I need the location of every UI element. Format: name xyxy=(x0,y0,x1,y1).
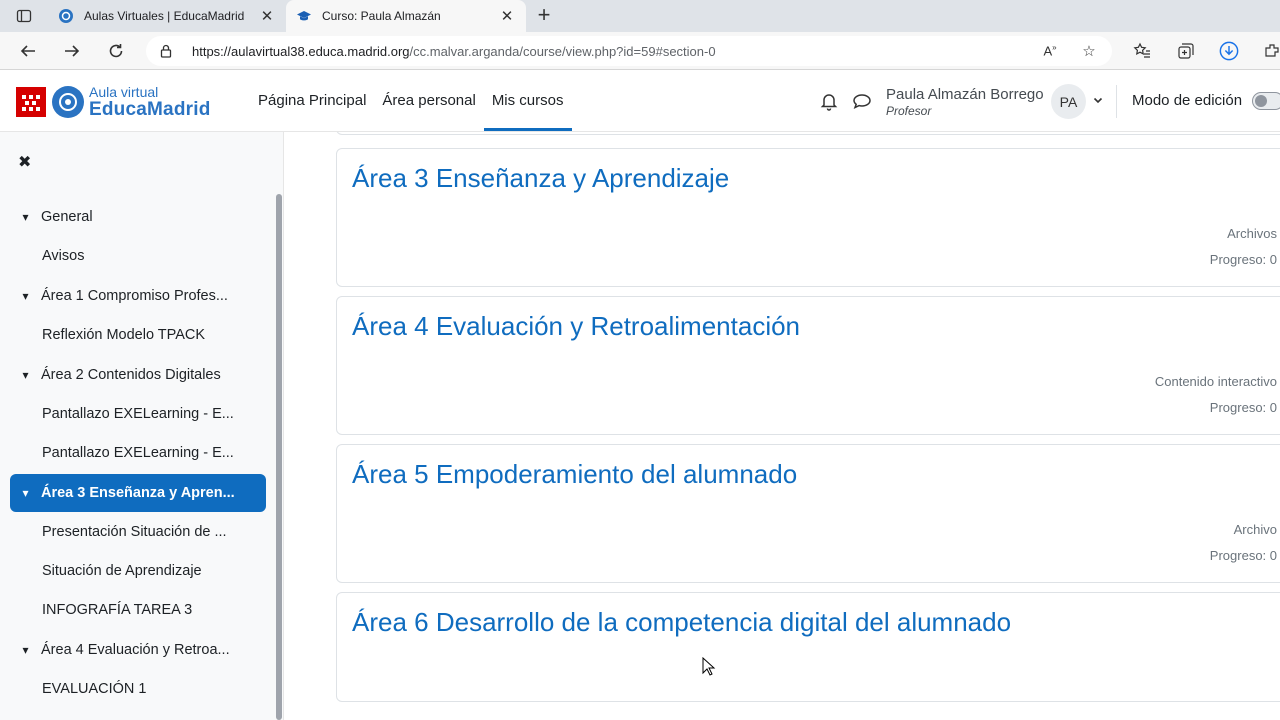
course-index-label: INFOGRAFÍA TAREA 3 xyxy=(42,602,193,618)
section-activity-summary: Archivos xyxy=(1227,226,1277,241)
course-index-label: Presentación Situación de ... xyxy=(42,524,227,540)
tab-close-icon[interactable]: ✕ xyxy=(498,7,516,25)
course-index-activity[interactable]: EVALUACIÓN 1 xyxy=(10,670,266,708)
close-drawer-icon[interactable]: ✖ xyxy=(18,152,31,172)
section-progress: Progreso: 0 xyxy=(1209,548,1277,563)
section-card: Área 4 Evaluación y Retroalimentación Co… xyxy=(336,296,1280,435)
comunidad-madrid-logo[interactable] xyxy=(16,87,46,117)
url-path: /cc.malvar.arganda/course/view.php?id=59… xyxy=(409,43,716,59)
chevron-down-icon[interactable] xyxy=(1093,95,1103,108)
url-host: https://aulavirtual38.educa.madrid.org xyxy=(192,43,410,59)
chevron-down-icon[interactable]: ▾ xyxy=(10,289,41,303)
messages-chat-icon[interactable] xyxy=(852,91,872,111)
read-aloud-icon[interactable]: A» xyxy=(1040,41,1060,61)
graduation-cap-icon xyxy=(297,11,311,21)
course-index-activity[interactable]: Avisos xyxy=(10,237,266,275)
favorite-star-icon[interactable]: ☆ xyxy=(1079,41,1099,61)
course-index-label: Reflexión Modelo TPACK xyxy=(42,327,206,343)
section-activity-summary: Contenido interactivo xyxy=(1154,374,1277,389)
course-index-drawer: ✖ ▾ General Avisos ▾ Área 1 Compromiso Pro… xyxy=(0,132,284,720)
tab-title: Curso: Paula Almazán xyxy=(322,9,441,23)
section-card-previous xyxy=(336,132,1280,135)
course-index-label: Área 4 Evaluación y Retroa... xyxy=(41,642,230,658)
tab-actions-icon[interactable] xyxy=(0,0,48,32)
lock-icon xyxy=(160,44,172,58)
site-header: Aula virtual EducaMadrid Página Principa… xyxy=(0,71,1280,132)
course-index-label: EVALUACIÓN 1 xyxy=(42,681,147,697)
course-index-section[interactable]: ▾ Área 4 Evaluación y Retroa... xyxy=(10,631,266,669)
course-index-activity[interactable]: Pantallazo EXELearning - E... xyxy=(10,434,266,472)
header-divider xyxy=(1116,85,1117,118)
section-card: Área 3 Enseñanza y Aprendizaje Archivos … xyxy=(336,148,1280,287)
url-field[interactable]: https://aulavirtual38.educa.madrid.org/c… xyxy=(146,36,1112,66)
favorites-icon[interactable] xyxy=(1132,41,1152,61)
user-name: Paula Almazán Borrego xyxy=(886,86,1044,103)
educamadrid-favicon-icon xyxy=(59,9,73,23)
course-index-label: Avisos xyxy=(42,248,85,264)
section-progress: Progreso: 0 xyxy=(1209,252,1277,267)
browser-tab-bar: Aulas Virtuales | EducaMadrid ✕ Curso: P… xyxy=(0,0,1280,32)
logo-text-bottom: EducaMadrid xyxy=(89,99,211,120)
back-icon[interactable] xyxy=(17,40,39,62)
refresh-icon[interactable] xyxy=(105,40,127,62)
course-index-label: Situación de Aprendizaje xyxy=(42,563,202,579)
section-progress: Progreso: 0 xyxy=(1209,400,1277,415)
section-title[interactable]: Área 6 Desarrollo de la competencia digi… xyxy=(352,607,1011,638)
course-index-label: General xyxy=(41,209,93,225)
chevron-down-icon[interactable]: ▾ xyxy=(10,486,41,500)
browser-tab-curso[interactable]: Curso: Paula Almazán ✕ xyxy=(286,0,526,32)
course-content: Área 3 Enseñanza y Aprendizaje Archivos … xyxy=(284,132,1280,720)
course-index-label: Área 1 Compromiso Profes... xyxy=(41,288,228,304)
course-index-section[interactable]: ▾ General xyxy=(10,198,266,236)
tab-close-icon[interactable]: ✕ xyxy=(258,7,276,25)
notifications-bell-icon[interactable] xyxy=(820,91,840,111)
browser-tab-aulas[interactable]: Aulas Virtuales | EducaMadrid ✕ xyxy=(48,0,286,32)
chevron-down-icon[interactable]: ▾ xyxy=(10,643,41,657)
chevron-down-icon[interactable]: ▾ xyxy=(10,210,41,224)
section-card: Área 6 Desarrollo de la competencia digi… xyxy=(336,592,1280,702)
section-card: Área 5 Empoderamiento del alumnado Archi… xyxy=(336,444,1280,583)
course-index-label: Área 2 Contenidos Digitales xyxy=(41,367,221,383)
chevron-down-icon[interactable]: ▾ xyxy=(10,368,41,382)
section-activity-summary: Archivo xyxy=(1233,522,1277,537)
course-index-section[interactable]: ▾ Área 2 Contenidos Digitales xyxy=(10,356,266,394)
course-index-section[interactable]: ▾ Área 1 Compromiso Profes... xyxy=(10,277,266,315)
browser-toolbar: https://aulavirtual38.educa.madrid.org/c… xyxy=(0,32,1280,70)
collections-icon[interactable] xyxy=(1176,41,1196,61)
extensions-icon[interactable] xyxy=(1262,41,1280,61)
edit-mode-toggle[interactable] xyxy=(1252,92,1280,110)
course-index-activity[interactable]: INFOGRAFÍA TAREA 3 xyxy=(10,591,266,629)
section-title[interactable]: Área 3 Enseñanza y Aprendizaje xyxy=(352,163,729,194)
user-role: Profesor xyxy=(886,104,932,118)
section-title[interactable]: Área 4 Evaluación y Retroalimentación xyxy=(352,311,800,342)
educamadrid-logo-icon[interactable] xyxy=(52,86,84,118)
course-index-activity[interactable]: Reflexión Modelo TPACK xyxy=(10,316,266,354)
primary-navigation: Página Principal Área personal Mis curso… xyxy=(258,71,580,131)
drawer-scrollbar[interactable] xyxy=(276,194,282,720)
forward-icon[interactable] xyxy=(61,40,83,62)
course-index-activity[interactable]: Pantallazo EXELearning - E... xyxy=(10,395,266,433)
course-index-label: Pantallazo EXELearning - E... xyxy=(42,445,234,461)
course-index-label: Área 3 Enseñanza y Apren... xyxy=(41,485,235,501)
nav-pagina-principal[interactable]: Página Principal xyxy=(258,71,366,131)
new-tab-icon[interactable]: + xyxy=(532,4,556,28)
avatar[interactable]: PA xyxy=(1051,84,1086,119)
tab-title: Aulas Virtuales | EducaMadrid xyxy=(84,9,245,23)
course-index-section-current[interactable]: ▾ Área 3 Enseñanza y Apren... xyxy=(10,474,266,512)
nav-area-personal[interactable]: Área personal xyxy=(382,71,475,131)
edit-mode-label: Modo de edición xyxy=(1132,92,1243,109)
download-icon[interactable] xyxy=(1219,41,1239,61)
course-index-activity[interactable]: Presentación Situación de ... xyxy=(10,513,266,551)
mouse-cursor-icon xyxy=(702,657,716,676)
logo-text-top: Aula virtual xyxy=(89,84,159,100)
course-index-label: Pantallazo EXELearning - E... xyxy=(42,406,234,422)
nav-mis-cursos[interactable]: Mis cursos xyxy=(483,71,572,131)
course-index-activity[interactable]: Situación de Aprendizaje xyxy=(10,552,266,590)
section-title[interactable]: Área 5 Empoderamiento del alumnado xyxy=(352,459,797,490)
